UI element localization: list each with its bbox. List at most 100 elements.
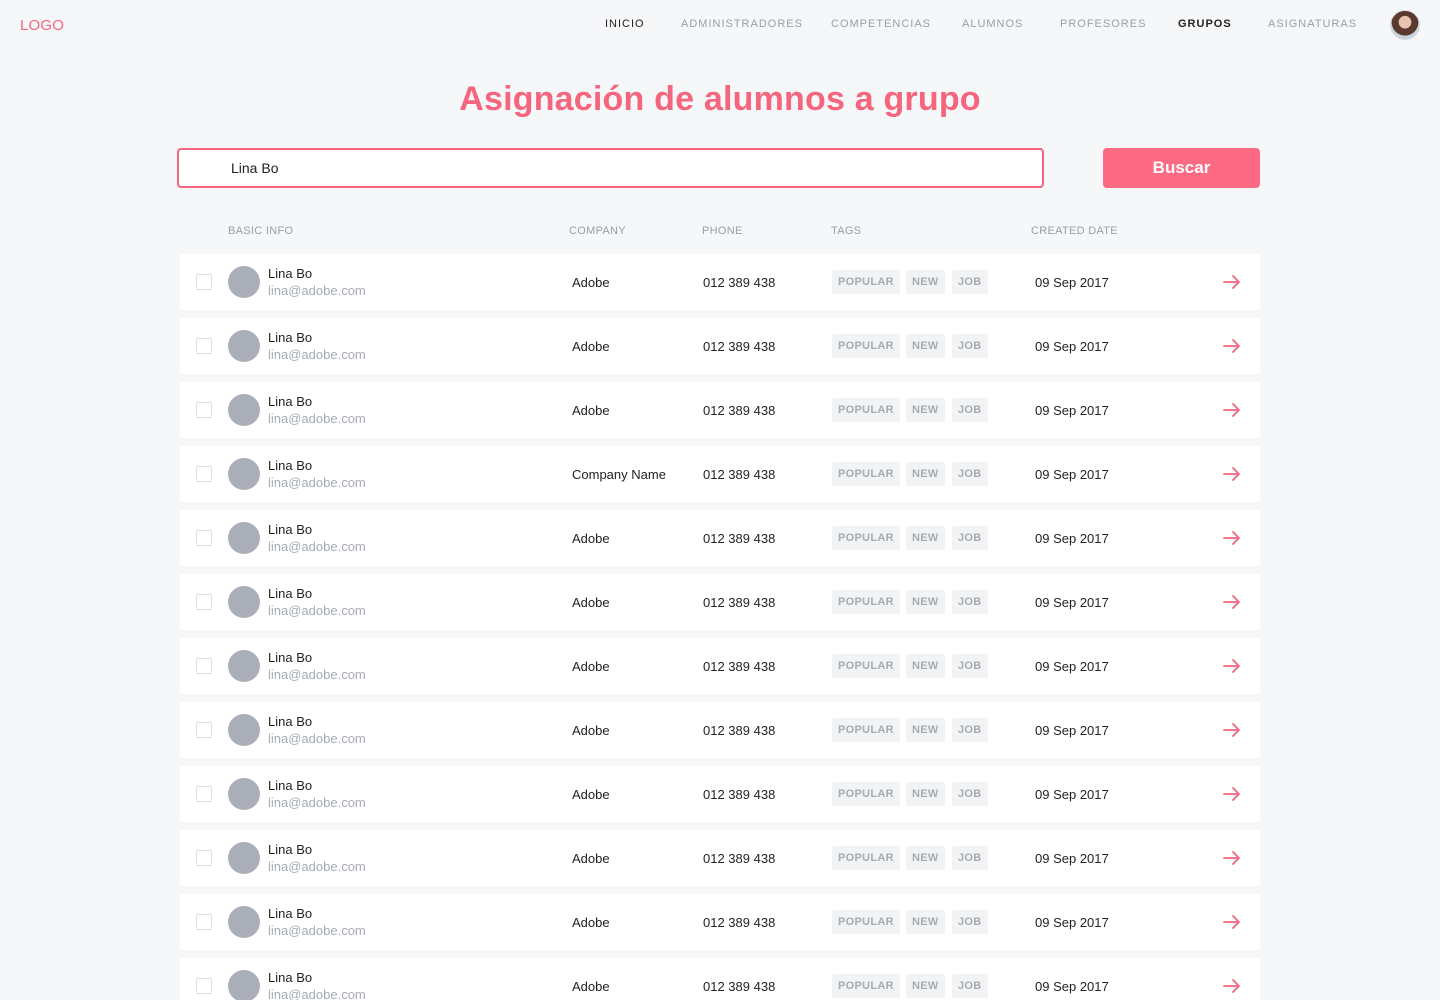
student-name: Lina Bo — [268, 330, 313, 345]
student-name: Lina Bo — [268, 394, 313, 409]
created-date-cell: 09 Sep 2017 — [1035, 723, 1109, 738]
phone-cell: 012 389 438 — [703, 403, 776, 418]
search-input[interactable] — [177, 148, 1044, 188]
tag-new: NEW — [906, 398, 945, 422]
table-row[interactable]: Lina Bo lina@adobe.com Adobe 012 389 438 POP… — [180, 766, 1260, 822]
arrow-right-icon[interactable] — [1222, 784, 1242, 804]
row-checkbox[interactable] — [196, 530, 212, 546]
row-checkbox[interactable] — [196, 914, 212, 930]
table-row[interactable]: Lina Bo lina@adobe.com Adobe 012 389 438 POP… — [180, 318, 1260, 374]
tag-job: JOB — [952, 846, 988, 870]
row-checkbox[interactable] — [196, 466, 212, 482]
tag-popular: POPULAR — [832, 526, 900, 550]
arrow-right-icon[interactable] — [1222, 272, 1242, 292]
tag-new: NEW — [906, 846, 945, 870]
tag-popular: POPULAR — [832, 462, 900, 486]
arrow-right-icon[interactable] — [1222, 912, 1242, 932]
table-row[interactable]: Lina Bo lina@adobe.com Adobe 012 389 438 POP… — [180, 510, 1260, 566]
arrow-right-icon[interactable] — [1222, 976, 1242, 996]
nav-item-administradores[interactable]: ADMINISTRADORES — [681, 18, 803, 30]
row-checkbox[interactable] — [196, 594, 212, 610]
nav-item-grupos[interactable]: GRUPOS — [1178, 18, 1232, 30]
arrow-right-icon[interactable] — [1222, 592, 1242, 612]
nav-item-asignaturas[interactable]: ASIGNATURAS — [1268, 18, 1357, 30]
table-row[interactable]: Lina Bo lina@adobe.com Adobe 012 389 438 POP… — [180, 894, 1260, 950]
tag-popular: POPULAR — [832, 782, 900, 806]
column-header-phone: PHONE — [702, 225, 743, 237]
column-header-created-date: CREATED DATE — [1031, 225, 1118, 237]
created-date-cell: 09 Sep 2017 — [1035, 915, 1109, 930]
tag-popular: POPULAR — [832, 398, 900, 422]
table-header: BASIC INFO COMPANY PHONE TAGS CREATED DA… — [180, 225, 1260, 239]
search-button[interactable]: Buscar — [1103, 148, 1260, 188]
tag-job: JOB — [952, 782, 988, 806]
student-email: lina@adobe.com — [268, 283, 366, 298]
row-checkbox[interactable] — [196, 786, 212, 802]
table-row[interactable]: Lina Bo lina@adobe.com Adobe 012 389 438 POP… — [180, 382, 1260, 438]
tag-popular: POPULAR — [832, 270, 900, 294]
table-row[interactable]: Lina Bo lina@adobe.com Adobe 012 389 438 POP… — [180, 574, 1260, 630]
tag-new: NEW — [906, 526, 945, 550]
row-checkbox[interactable] — [196, 402, 212, 418]
row-checkbox[interactable] — [196, 978, 212, 994]
tag-popular: POPULAR — [832, 334, 900, 358]
arrow-right-icon[interactable] — [1222, 528, 1242, 548]
company-cell: Adobe — [572, 339, 610, 354]
arrow-right-icon[interactable] — [1222, 464, 1242, 484]
student-name: Lina Bo — [268, 778, 313, 793]
phone-cell: 012 389 438 — [703, 787, 776, 802]
tag-new: NEW — [906, 718, 945, 742]
student-email: lina@adobe.com — [268, 795, 366, 810]
table-row[interactable]: Lina Bo lina@adobe.com Adobe 012 389 438 POP… — [180, 254, 1260, 310]
phone-cell: 012 389 438 — [703, 275, 776, 290]
tag-popular: POPULAR — [832, 590, 900, 614]
row-checkbox[interactable] — [196, 338, 212, 354]
tag-new: NEW — [906, 782, 945, 806]
tag-job: JOB — [952, 974, 988, 998]
tag-new: NEW — [906, 910, 945, 934]
nav-item-profesores[interactable]: PROFESORES — [1060, 18, 1146, 30]
nav-item-competencias[interactable]: COMPETENCIAS — [831, 18, 931, 30]
tag-job: JOB — [952, 462, 988, 486]
student-email: lina@adobe.com — [268, 667, 366, 682]
student-email: lina@adobe.com — [268, 603, 366, 618]
arrow-right-icon[interactable] — [1222, 656, 1242, 676]
table-row[interactable]: Lina Bo lina@adobe.com Adobe 012 389 438 POP… — [180, 830, 1260, 886]
avatar — [228, 522, 260, 554]
row-checkbox[interactable] — [196, 850, 212, 866]
table-row[interactable]: Lina Bo lina@adobe.com Adobe 012 389 438 POP… — [180, 702, 1260, 758]
tag-new: NEW — [906, 590, 945, 614]
phone-cell: 012 389 438 — [703, 339, 776, 354]
company-cell: Adobe — [572, 595, 610, 610]
nav-item-alumnos[interactable]: ALUMNOS — [962, 18, 1023, 30]
tag-job: JOB — [952, 334, 988, 358]
row-checkbox[interactable] — [196, 722, 212, 738]
user-avatar[interactable] — [1390, 10, 1420, 40]
company-cell: Adobe — [572, 915, 610, 930]
company-cell: Adobe — [572, 851, 610, 866]
company-cell: Adobe — [572, 403, 610, 418]
column-header-basic-info: BASIC INFO — [228, 225, 294, 237]
student-email: lina@adobe.com — [268, 539, 366, 554]
tag-job: JOB — [952, 398, 988, 422]
tag-new: NEW — [906, 462, 945, 486]
arrow-right-icon[interactable] — [1222, 400, 1242, 420]
avatar — [228, 394, 260, 426]
table-row[interactable]: Lina Bo lina@adobe.com Adobe 012 389 438 POP… — [180, 958, 1260, 1000]
phone-cell: 012 389 438 — [703, 979, 776, 994]
created-date-cell: 09 Sep 2017 — [1035, 851, 1109, 866]
column-header-tags: TAGS — [831, 225, 862, 237]
arrow-right-icon[interactable] — [1222, 336, 1242, 356]
phone-cell: 012 389 438 — [703, 467, 776, 482]
table-row[interactable]: Lina Bo lina@adobe.com Adobe 012 389 438 POP… — [180, 638, 1260, 694]
arrow-right-icon[interactable] — [1222, 720, 1242, 740]
nav-item-inicio[interactable]: INICIO — [605, 18, 645, 30]
tag-job: JOB — [952, 270, 988, 294]
student-name: Lina Bo — [268, 586, 313, 601]
table-row[interactable]: Lina Bo lina@adobe.com Company Name 012 389… — [180, 446, 1260, 502]
arrow-right-icon[interactable] — [1222, 848, 1242, 868]
row-checkbox[interactable] — [196, 274, 212, 290]
tag-new: NEW — [906, 334, 945, 358]
page-title: Asignación de alumnos a grupo — [459, 80, 981, 118]
row-checkbox[interactable] — [196, 658, 212, 674]
